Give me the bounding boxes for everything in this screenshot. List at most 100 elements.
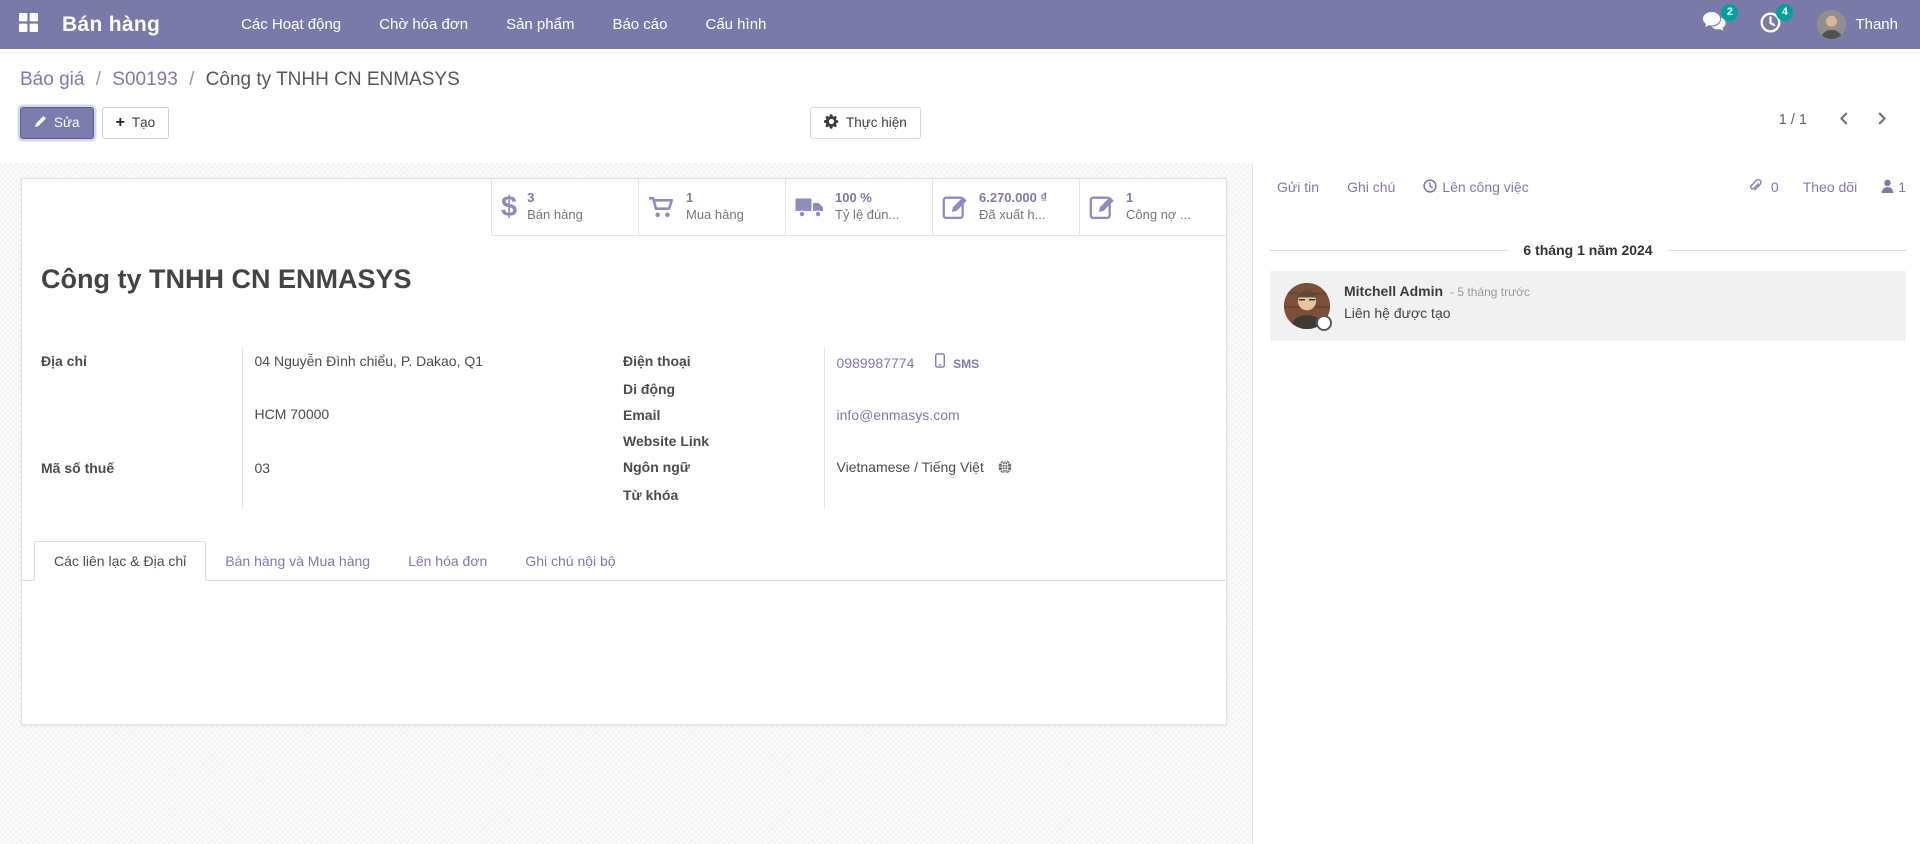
tab-invoicing[interactable]: Lên hóa đơn [389,542,506,580]
messages-button[interactable]: 2 [1703,12,1726,37]
message-body: Liên hệ được tạo [1344,305,1530,321]
apps-grid-icon [18,12,39,38]
stat-button-debt[interactable]: 1 Công nợ ... [1079,179,1226,236]
top-navbar: Bán hàng Các Hoạt động Chờ hóa đơn Sản p… [0,0,1920,49]
button-row: Sửa + Tạo Thực hiện 1 / 1 [20,106,1895,139]
menu-configuration[interactable]: Cấu hình [687,1,786,48]
address-line1: 04 Nguyễn Đình chiểu, P. Dakao, Q1 [242,348,601,401]
apps-menu-button[interactable] [0,0,56,49]
stat-value: 100 % [835,190,899,207]
form-view-area: $ 3 Bán hàng 1 Mua hàng [0,163,1253,844]
activities-button[interactable]: 4 [1760,12,1781,38]
pencil-icon [34,115,47,131]
followers-button[interactable]: 1 [1881,179,1906,196]
follow-button[interactable]: Theo dõi [1803,179,1857,195]
tax-id-value: 03 [242,455,601,508]
chevron-right-icon [1875,111,1889,129]
menu-reports[interactable]: Báo cáo [593,1,686,48]
mobile-phone-icon [935,355,949,371]
breadcrumb: Báo giá / S00193 / Công ty TNHH CN ENMAS… [20,69,1895,91]
stat-button-bar: $ 3 Bán hàng 1 Mua hàng [22,179,1226,236]
user-avatar[interactable] [1817,10,1846,39]
delivery-truck-icon [795,196,825,219]
create-button[interactable]: + Tạo [102,107,170,139]
attachments-button[interactable]: 0 [1748,178,1779,196]
chatter-panel: Gửi tin Ghi chú Lên công việc [1253,163,1920,844]
plus-icon: + [116,114,125,132]
tab-sales-purchase[interactable]: Bán hàng và Mua hàng [206,542,389,580]
stat-value: 6.270.000 ₫ [979,190,1047,207]
shopping-cart-icon [648,196,676,219]
field-groups: Địa chỉ 04 Nguyễn Đình chiểu, P. Dakao, … [41,348,1226,508]
paperclip-icon [1748,178,1762,196]
stat-label: Đã xuất h... [979,207,1047,224]
stat-label: Công nợ ... [1126,207,1191,224]
chevron-left-icon [1837,111,1851,129]
email-value-link[interactable]: info@enmasys.com [837,407,960,423]
menu-to-invoice[interactable]: Chờ hóa đơn [360,1,487,48]
tab-content [22,581,1226,669]
tax-id-label: Mã số thuế [41,455,242,508]
address-line2: HCM 70000 [242,401,601,454]
dollar-icon: $ [501,193,517,222]
stat-button-purchases[interactable]: 1 Mua hàng [638,179,785,236]
date-separator: 6 tháng 1 năm 2024 [1270,242,1906,258]
website-value[interactable] [824,428,1208,454]
messages-badge: 2 [1721,4,1738,21]
phone-label: Điện thoại [623,348,824,376]
date-separator-line [1270,250,1508,251]
message-author[interactable]: Mitchell Admin [1344,283,1443,299]
keyword-value[interactable] [824,482,1208,508]
globe-icon[interactable] [998,461,1012,477]
control-panel: Báo giá / S00193 / Công ty TNHH CN ENMAS… [0,49,1920,163]
message-timestamp: - 5 tháng trước [1450,285,1530,299]
send-sms-button[interactable]: SMS [935,355,979,371]
send-message-button[interactable]: Gửi tin [1277,179,1319,195]
attachments-count: 0 [1771,179,1779,195]
menu-activities[interactable]: Các Hoạt động [222,1,360,48]
mobile-value[interactable] [824,376,1208,402]
stat-value: 1 [1126,190,1191,207]
breadcrumb-separator: / [183,69,200,90]
systray: 2 4 Thanh [1669,10,1920,39]
clock-icon [1423,179,1437,196]
app-name[interactable]: Bán hàng [62,13,160,37]
mobile-label: Di động [623,376,824,402]
app-menu: Các Hoạt động Chờ hóa đơn Sản phẩm Báo c… [222,1,785,48]
pager-previous-button[interactable] [1833,109,1855,131]
phone-value-link[interactable]: 0989987774 [837,355,915,371]
stat-button-invoiced[interactable]: 6.270.000 ₫ Đã xuất h... [932,179,1079,236]
breadcrumb-order[interactable]: S00193 [112,69,178,90]
log-note-button[interactable]: Ghi chú [1347,179,1395,195]
pager-next-button[interactable] [1871,109,1893,131]
language-label: Ngôn ngữ [623,454,824,482]
stat-button-on-time-rate[interactable]: 100 % Tỷ lệ đún... [785,179,932,236]
edit-square-icon [1089,194,1116,220]
tab-internal-notes[interactable]: Ghi chú nội bộ [506,542,634,580]
chatter-message: Mitchell Admin - 5 tháng trước Liên hệ đ… [1270,271,1906,341]
chatter-header: Gửi tin Ghi chú Lên công việc [1270,178,1906,196]
date-separator-text: 6 tháng 1 năm 2024 [1508,242,1667,258]
message-type-icon [1316,315,1332,331]
edit-square-icon [942,194,969,220]
language-value[interactable]: Vietnamese / Tiếng Việt [837,459,984,475]
right-field-group: Điện thoại 0989987774 SMS [623,348,1208,508]
address-label: Địa chỉ [41,348,242,401]
tab-contacts-addresses[interactable]: Các liên lạc & Địa chỉ [34,541,206,581]
email-label: Email [623,402,824,428]
followers-count: 1 [1898,179,1906,195]
edit-button[interactable]: Sửa [20,107,94,139]
form-sheet: $ 3 Bán hàng 1 Mua hàng [21,178,1227,725]
menu-products[interactable]: Sản phẩm [487,1,593,48]
stat-value: 3 [527,190,583,207]
gear-icon [824,114,839,132]
user-name[interactable]: Thanh [1855,16,1898,33]
action-button[interactable]: Thực hiện [810,107,921,139]
pager: 1 / 1 [1779,109,1893,131]
breadcrumb-separator: / [90,69,107,90]
stat-button-sales[interactable]: $ 3 Bán hàng [491,179,638,236]
schedule-activity-button[interactable]: Lên công việc [1423,179,1528,196]
left-field-group: Địa chỉ 04 Nguyễn Đình chiểu, P. Dakao, … [41,348,601,508]
breadcrumb-quotations[interactable]: Báo giá [20,69,84,90]
stat-label: Bán hàng [527,207,583,224]
